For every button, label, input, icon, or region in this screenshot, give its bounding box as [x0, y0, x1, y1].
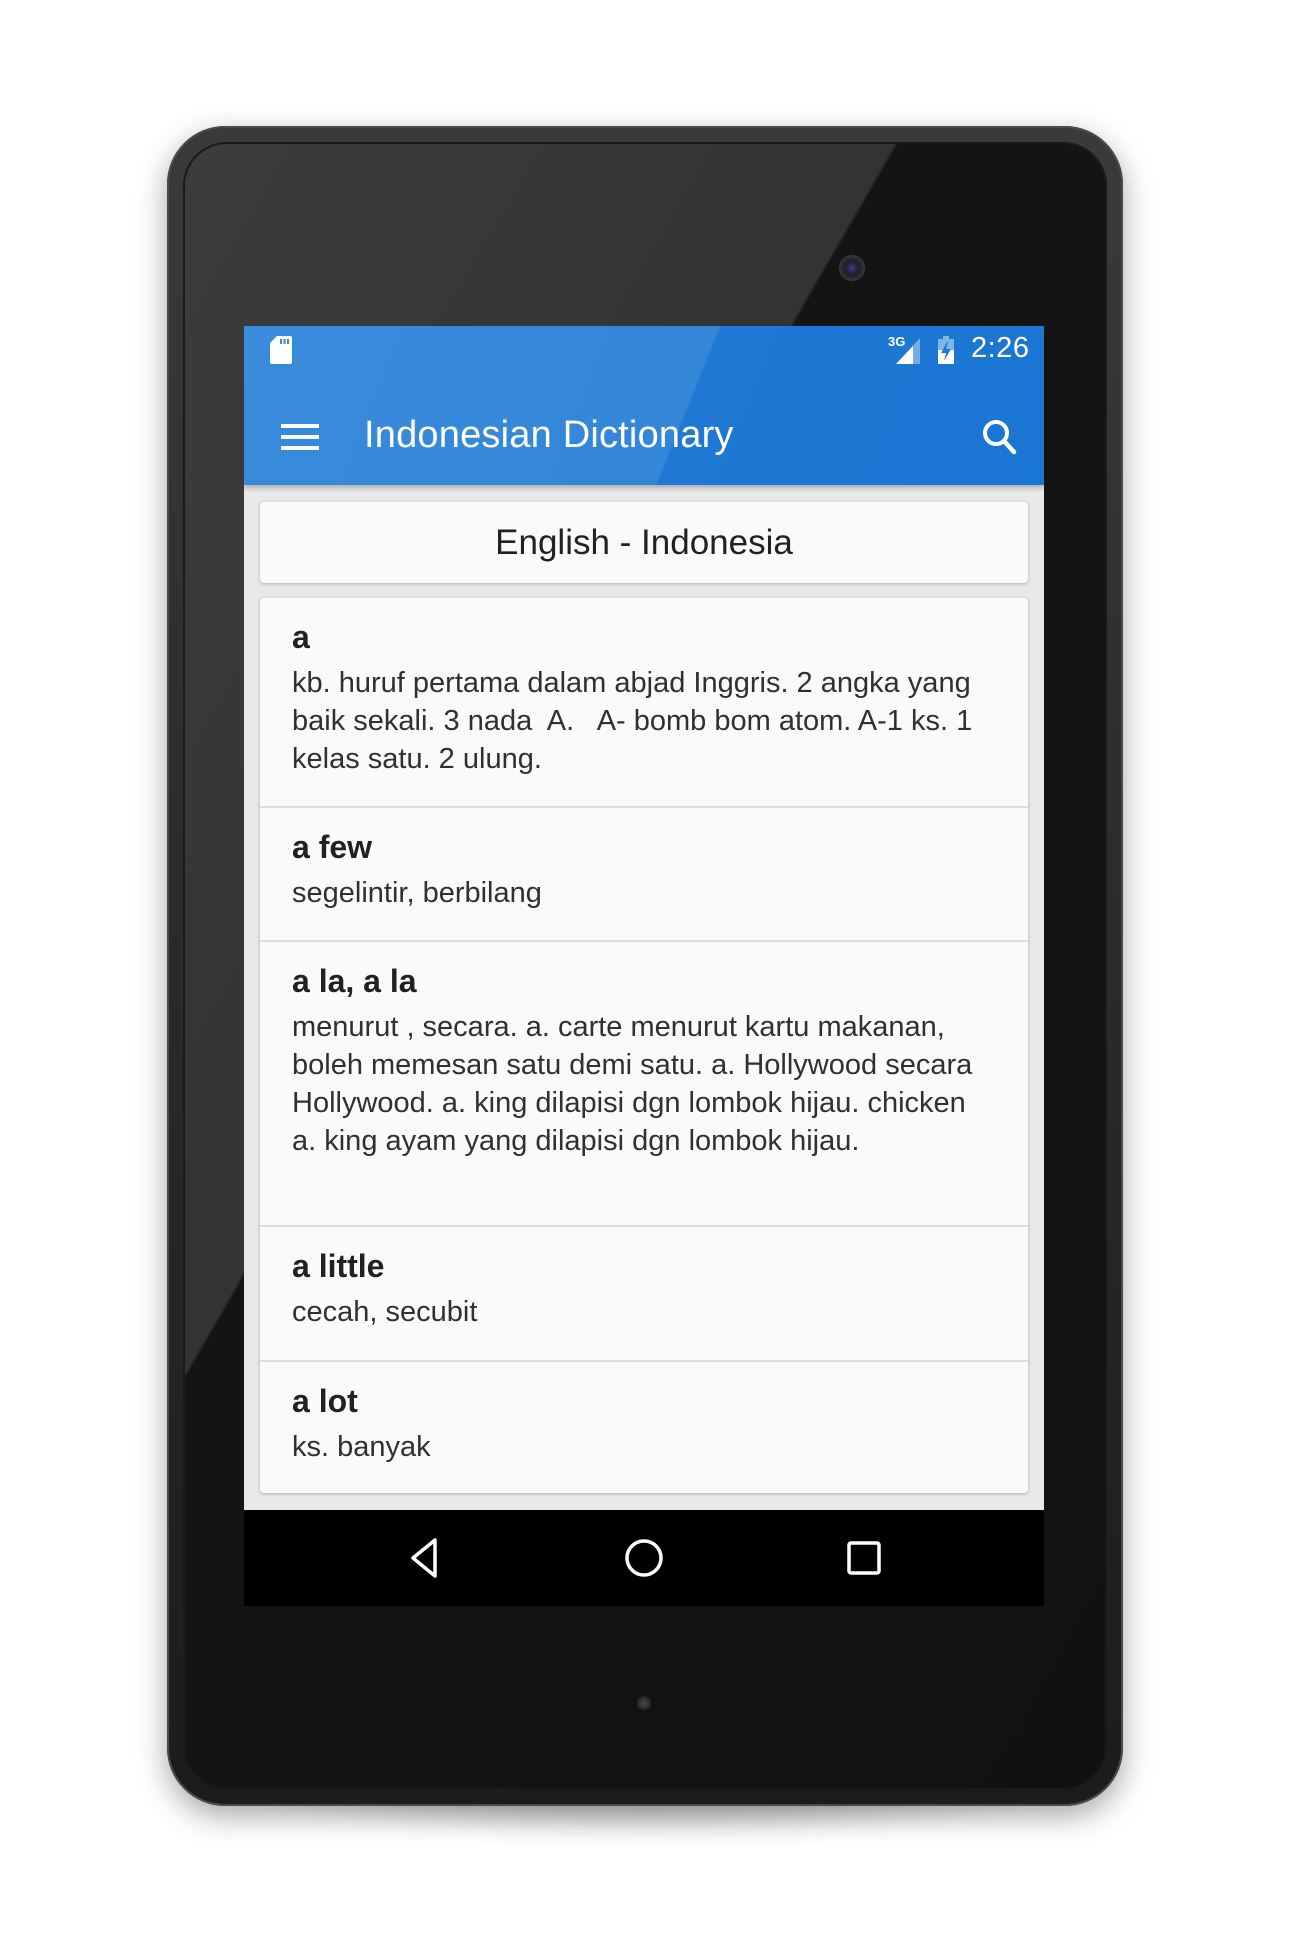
device-screen: 3G 2:26 Indonesian Dictionary English - …	[244, 326, 1044, 1606]
entry-word: a la, a la	[292, 963, 417, 999]
app-title: Indonesian Dictionary	[364, 414, 734, 456]
content-area: English - Indonesia a kb. huruf pertama …	[244, 485, 1044, 1510]
entry-definition: menurut , secara. a. carte menurut kartu…	[292, 1011, 981, 1157]
back-button[interactable]	[392, 1530, 456, 1586]
entry-definition: segelintir, berbilang	[292, 877, 542, 909]
bottom-sensor	[637, 1696, 651, 1710]
entry-definition: kb. huruf pertama dalam abjad Inggris. 2…	[292, 667, 981, 775]
entry-word: a	[292, 619, 310, 655]
toolbar: Indonesian Dictionary	[244, 392, 1044, 485]
language-direction-label: English - Indonesia	[495, 522, 793, 562]
dictionary-entry-list[interactable]: a kb. huruf pertama dalam abjad Inggris.…	[260, 598, 1028, 1493]
entry-word: a lot	[292, 1383, 358, 1419]
status-clock: 2:26	[971, 332, 1030, 364]
app-bar: 3G 2:26 Indonesian Dictionary	[244, 326, 1044, 485]
sd-card-icon	[270, 336, 292, 364]
list-item[interactable]: a la, a la menurut , secara. a. carte me…	[260, 942, 1028, 1227]
signal-icon	[896, 338, 920, 364]
home-button[interactable]	[612, 1530, 676, 1586]
search-button[interactable]	[966, 404, 1030, 468]
list-item[interactable]: a little cecah, secubit	[260, 1227, 1028, 1362]
language-direction-selector[interactable]: English - Indonesia	[260, 502, 1028, 583]
entry-word: a little	[292, 1248, 385, 1284]
home-icon	[625, 1539, 663, 1577]
search-icon	[983, 420, 1017, 455]
recents-icon	[847, 1541, 881, 1575]
list-item[interactable]: a few segelintir, berbilang	[260, 808, 1028, 942]
status-bar: 3G 2:26	[244, 326, 1044, 392]
list-item[interactable]: a lot ks. banyak	[260, 1362, 1028, 1493]
back-icon	[411, 1538, 437, 1578]
entry-word: a few	[292, 829, 373, 865]
front-camera	[839, 255, 865, 281]
battery-charging-icon	[938, 336, 954, 364]
navigation-menu-button[interactable]	[264, 406, 324, 466]
system-navigation-bar	[244, 1510, 1044, 1606]
list-item[interactable]: a kb. huruf pertama dalam abjad Inggris.…	[260, 598, 1028, 808]
entry-definition: ks. banyak	[292, 1431, 431, 1463]
recents-button[interactable]	[832, 1530, 896, 1586]
entry-definition: cecah, secubit	[292, 1296, 478, 1328]
